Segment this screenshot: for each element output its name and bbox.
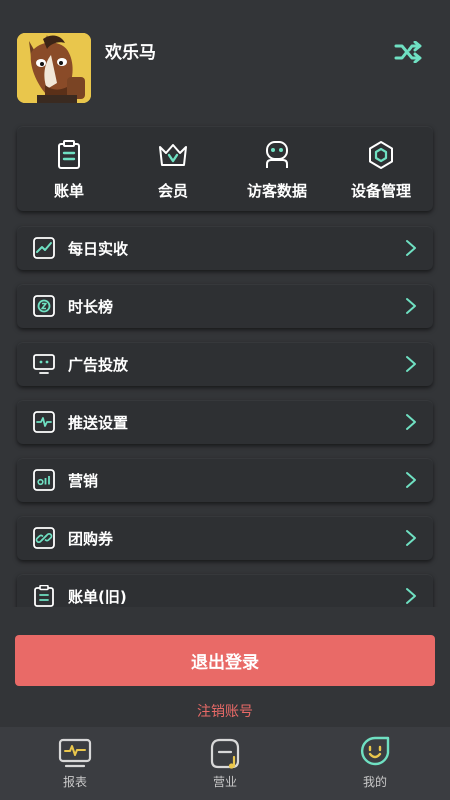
stats-icon <box>33 469 55 491</box>
chevron-right-icon <box>406 356 416 372</box>
crown-icon <box>159 144 187 166</box>
tab-label: 我的 <box>362 775 387 789</box>
trend-chart-icon <box>33 237 55 259</box>
quick-action-label: 会员 <box>157 182 188 200</box>
menu-item-duration-ranking[interactable]: 时长榜 <box>17 284 433 328</box>
chevron-right-icon <box>406 588 416 604</box>
menu-item-label: 营销 <box>68 472 99 490</box>
robot-icon <box>266 141 288 168</box>
chevron-right-icon <box>406 530 416 546</box>
quick-action-label: 访客数据 <box>246 182 307 200</box>
quick-action-member[interactable]: 会员 <box>121 126 225 211</box>
menu-item-bill-old[interactable]: 账单(旧) <box>17 574 433 607</box>
menu-item-group-coupons[interactable]: 团购券 <box>17 516 433 560</box>
hexagon-icon <box>369 141 393 169</box>
menu-item-marketing[interactable]: 营销 <box>17 458 433 502</box>
logout-button[interactable]: 退出登录 <box>15 635 435 686</box>
quick-action-label: 设备管理 <box>350 182 411 200</box>
tab-mine[interactable]: 我的 <box>300 727 450 800</box>
menu-item-push-settings[interactable]: 推送设置 <box>17 400 433 444</box>
hourglass-icon <box>33 295 55 317</box>
tab-label: 营业 <box>212 775 237 789</box>
bottom-tab-bar: 报表 营业 我的 <box>0 727 450 800</box>
avatar[interactable] <box>17 33 91 103</box>
cancel-account-link[interactable]: 注销账号 <box>0 701 450 721</box>
business-icon <box>210 738 240 769</box>
quick-actions-panel: 账单 会员 访客数据 设备管理 <box>17 126 433 211</box>
horse-avatar-icon <box>17 33 91 103</box>
quick-action-label: 账单 <box>53 182 84 200</box>
clipboard-icon <box>34 585 54 607</box>
chevron-right-icon <box>406 298 416 314</box>
link-icon <box>33 527 55 549</box>
menu-item-label: 推送设置 <box>68 414 129 432</box>
menu-list: 每日实收 时长榜 广告投放 推送设置 营销 团购券 账单(旧) <box>0 222 450 607</box>
menu-item-ad-placement[interactable]: 广告投放 <box>17 342 433 386</box>
tab-report[interactable]: 报表 <box>0 727 150 800</box>
tab-label: 报表 <box>62 775 87 789</box>
menu-item-daily-income[interactable]: 每日实收 <box>17 226 433 270</box>
quick-action-visitor-data[interactable]: 访客数据 <box>225 126 329 211</box>
chevron-right-icon <box>406 240 416 256</box>
menu-item-label: 每日实收 <box>68 240 129 258</box>
username: 欢乐马 <box>105 43 156 63</box>
pulse-icon <box>33 411 55 433</box>
menu-item-label: 团购券 <box>68 530 114 548</box>
quick-action-bill[interactable]: 账单 <box>17 126 121 211</box>
menu-item-label: 时长榜 <box>68 298 114 316</box>
smile-icon <box>360 736 390 766</box>
report-icon <box>58 738 92 768</box>
clipboard-icon <box>58 140 80 169</box>
menu-item-label: 广告投放 <box>68 356 129 374</box>
chevron-right-icon <box>406 414 416 430</box>
monitor-icon <box>33 354 55 374</box>
menu-item-label: 账单(旧) <box>68 588 127 606</box>
chevron-right-icon <box>406 472 416 488</box>
shuffle-icon[interactable] <box>394 41 422 63</box>
tab-business[interactable]: 营业 <box>150 727 300 800</box>
profile-header: 欢乐马 <box>0 0 450 115</box>
quick-action-device-management[interactable]: 设备管理 <box>329 126 433 211</box>
